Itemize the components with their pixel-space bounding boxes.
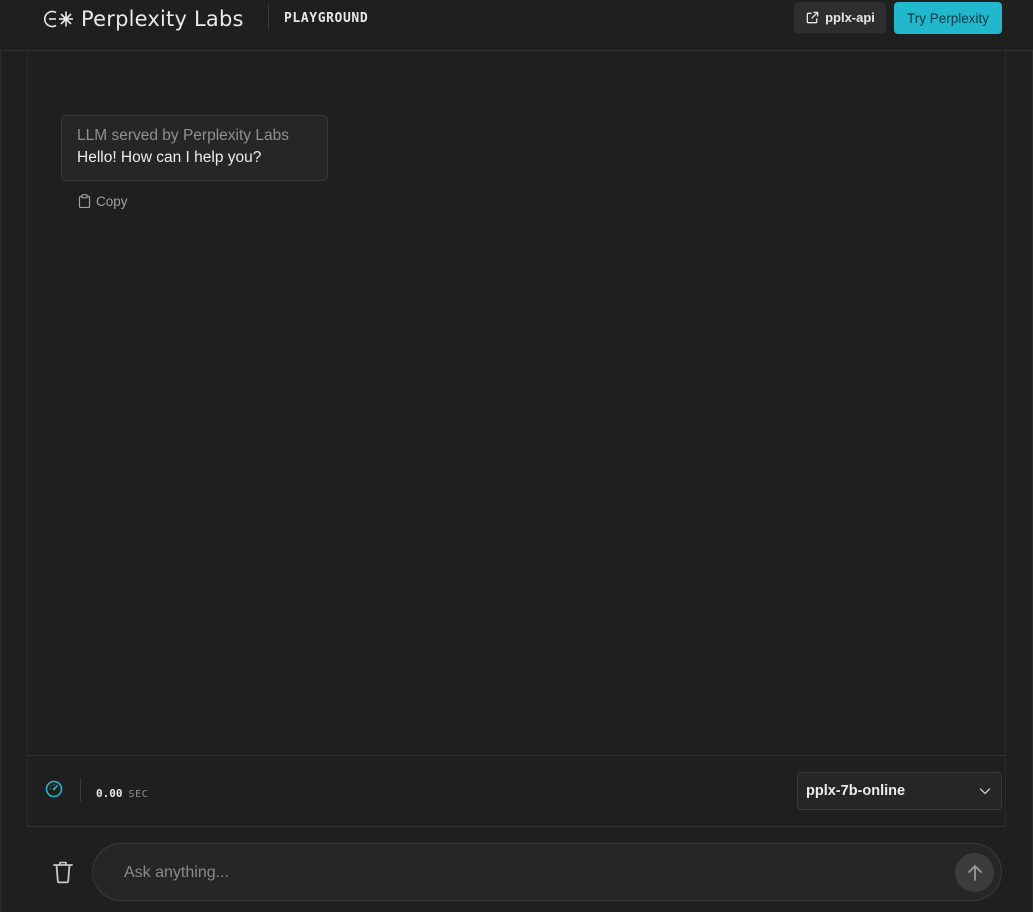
- model-selected-value: pplx-7b-online: [806, 783, 906, 799]
- timer-value: 0.00: [96, 787, 123, 800]
- prompt-input[interactable]: [124, 861, 924, 885]
- model-select[interactable]: pplx-7b-online: [797, 772, 1002, 810]
- copy-label: Copy: [96, 193, 128, 209]
- perplexity-logo-icon: [43, 10, 73, 28]
- external-link-icon: [806, 11, 819, 24]
- prompt-input-container: [92, 843, 1002, 901]
- chevron-down-icon: [979, 788, 991, 795]
- try-perplexity-button[interactable]: Try Perplexity: [894, 2, 1002, 34]
- copy-button[interactable]: Copy: [78, 192, 128, 210]
- message-text: Hello! How can I help you?: [77, 149, 262, 166]
- pplx-api-label: pplx-api: [825, 10, 875, 25]
- send-button[interactable]: [955, 853, 994, 892]
- brand-logo[interactable]: Perplexity Labs: [43, 6, 244, 32]
- message-label: LLM served by Perplexity Labs: [77, 127, 289, 144]
- arrow-up-icon: [967, 864, 982, 881]
- header-divider: [268, 4, 269, 30]
- response-timer: 0.00 SEC: [96, 787, 148, 800]
- clipboard-icon: [78, 194, 91, 208]
- brand-name: Perplexity Labs: [81, 7, 244, 31]
- section-title: PLAYGROUND: [284, 11, 369, 26]
- assistant-message: LLM served by Perplexity Labs Hello! How…: [61, 115, 328, 181]
- timer-unit: SEC: [128, 789, 149, 800]
- status-divider: [80, 778, 81, 802]
- trash-icon[interactable]: [52, 860, 74, 884]
- pplx-api-button[interactable]: pplx-api: [794, 2, 886, 33]
- speedometer-icon: [45, 780, 63, 798]
- top-header: Perplexity Labs PLAYGROUND pplx-api Try …: [0, 0, 1033, 51]
